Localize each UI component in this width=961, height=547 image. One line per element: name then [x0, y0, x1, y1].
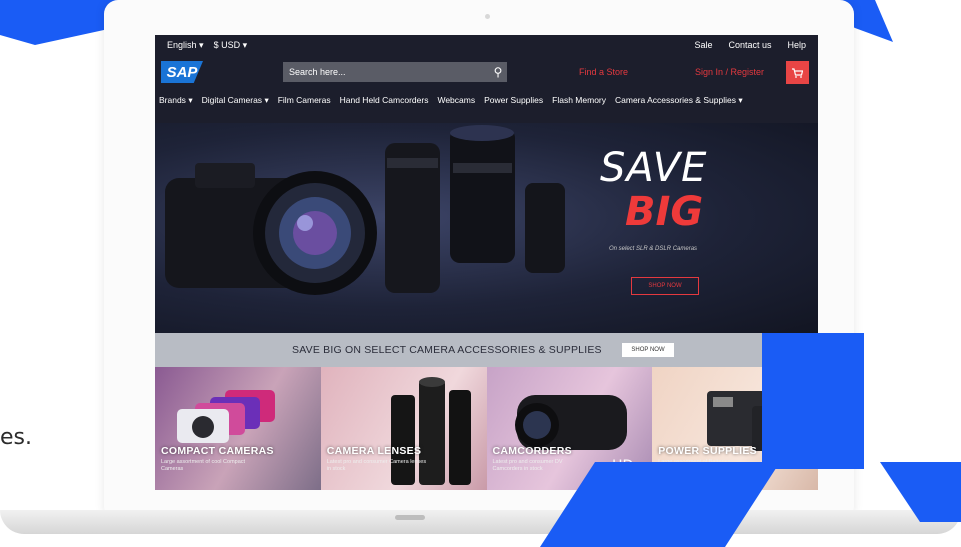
chevron-down-icon: ▾ — [242, 39, 248, 50]
chevron-down-icon: ▾ — [199, 39, 204, 50]
chevron-down-icon: ▾ — [264, 94, 269, 105]
site-header: SAP ⚲ Find a Store Sign In / Register — [155, 55, 818, 89]
nav-item-camera-accessories[interactable]: Camera Accessories & Supplies ▾ — [615, 95, 743, 106]
hero-banner[interactable]: SAVE BIG On select SLR & DSLR Cameras SH… — [155, 123, 818, 333]
cart-icon — [792, 67, 803, 78]
link-help[interactable]: Help — [787, 40, 806, 50]
search-icon[interactable]: ⚲ — [489, 65, 507, 79]
side-text-fragment: es. — [0, 425, 32, 450]
tile-title: CAMCORDERS — [492, 445, 572, 457]
webcam-dot — [485, 14, 490, 19]
laptop-base — [0, 510, 961, 534]
promo-strip: SAVE BIG ON SELECT CAMERA ACCESSORIES & … — [155, 333, 818, 367]
nav-item-flash-memory[interactable]: Flash Memory — [552, 95, 606, 105]
nav-item-webcams[interactable]: Webcams — [437, 95, 475, 105]
tile-title: POWER SUPPLIES — [658, 445, 757, 457]
promo-shop-now-button[interactable]: SHOP NOW — [622, 343, 674, 357]
hero-headline-save: SAVE — [600, 145, 708, 191]
nav-item-power-supplies[interactable]: Power Supplies — [484, 95, 543, 105]
laptop-notch — [395, 515, 425, 520]
nav-label: Digital Cameras — [201, 94, 263, 105]
decor-slash-bottom — [540, 462, 780, 547]
camera-image — [165, 125, 565, 295]
search-input[interactable] — [283, 66, 489, 78]
tile-subtitle: Latest pro and consumer Camera lenses in… — [326, 459, 427, 472]
decor-block-right — [762, 333, 864, 469]
chevron-down-icon: ▾ — [738, 94, 743, 105]
language-label: English — [167, 39, 197, 50]
language-select[interactable]: English ▾ — [167, 40, 204, 51]
link-contact-us[interactable]: Contact us — [728, 40, 771, 50]
nav-item-film-cameras[interactable]: Film Cameras — [278, 95, 331, 105]
compact-cameras-image — [177, 390, 275, 443]
tile-subtitle: Large assortment of cool Compact Cameras — [161, 459, 246, 472]
nav-item-digital-cameras[interactable]: Digital Cameras ▾ — [202, 95, 269, 106]
find-store-link[interactable]: Find a Store — [579, 67, 628, 77]
category-nav: Brands ▾ Digital Cameras ▾ Film Cameras … — [155, 89, 818, 111]
link-sale[interactable]: Sale — [694, 40, 712, 50]
decor-shape-bottom-right — [880, 462, 961, 522]
nav-label: Camera Accessories & Supplies — [615, 94, 736, 105]
sign-in-link[interactable]: Sign In / Register — [695, 67, 764, 77]
hero-subtitle: On select SLR & DSLR Cameras — [609, 246, 698, 252]
tile-camera-lenses[interactable]: CAMERA LENSES Latest pro and consumer Ca… — [320, 367, 487, 490]
currency-label: $ USD — [213, 39, 241, 50]
sap-logo[interactable]: SAP — [161, 61, 203, 83]
hero-headline-big: BIG — [625, 189, 704, 235]
nav-item-brands[interactable]: Brands ▾ — [159, 95, 193, 106]
nav-label: Brands — [159, 94, 186, 105]
tile-compact-cameras[interactable]: COMPACT CAMERAS Large assortment of cool… — [155, 367, 321, 490]
utility-bar: English ▾ $ USD ▾ Sale Contact us Help — [155, 35, 818, 55]
hero-shop-now-button[interactable]: SHOP NOW — [631, 277, 699, 295]
cart-button[interactable] — [786, 61, 809, 84]
currency-select[interactable]: $ USD ▾ — [214, 40, 248, 51]
promo-text: SAVE BIG ON SELECT CAMERA ACCESSORIES & … — [292, 344, 602, 356]
tile-title: COMPACT CAMERAS — [161, 445, 274, 457]
tile-title: CAMERA LENSES — [326, 445, 422, 457]
chevron-down-icon: ▾ — [188, 94, 193, 105]
search-box: ⚲ — [283, 62, 507, 82]
nav-item-camcorders[interactable]: Hand Held Camcorders — [340, 95, 429, 105]
browser-screen: English ▾ $ USD ▾ Sale Contact us Help S… — [155, 35, 818, 490]
